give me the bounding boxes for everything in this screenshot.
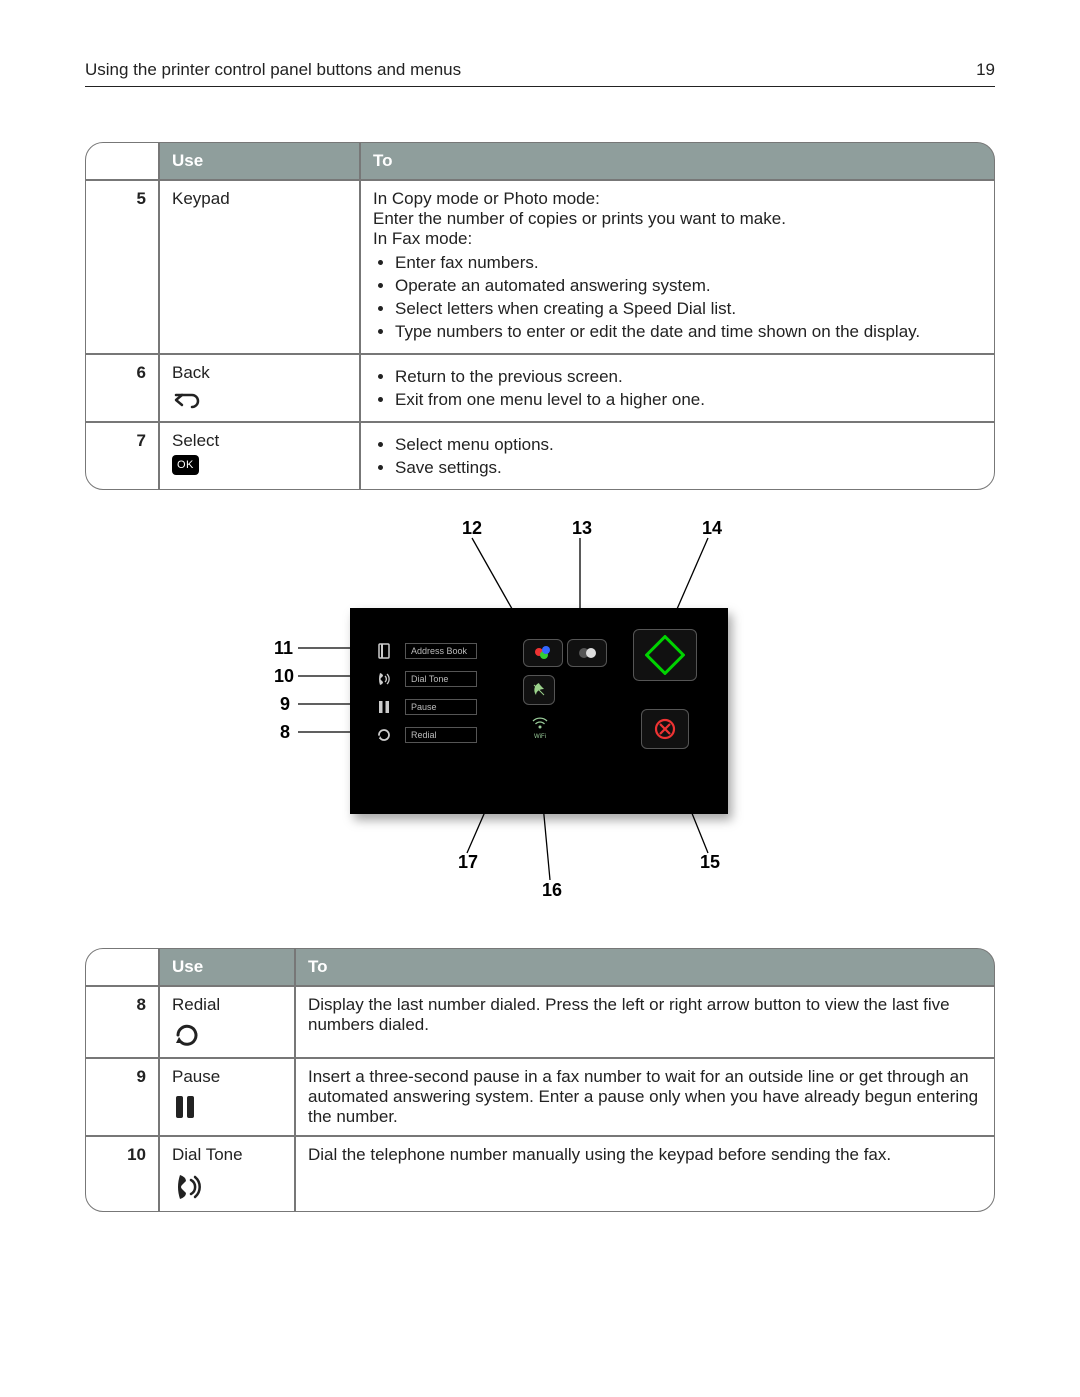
dial-tone-icon [172,1171,282,1203]
color-button[interactable] [523,639,563,667]
header-title: Using the printer control panel buttons … [85,60,461,80]
wifi-indicator: WiFi [531,715,549,735]
table-row: 9 Pause Insert a three-second pause in a… [85,1058,995,1136]
callout-13: 13 [572,518,592,539]
redial-icon [172,1021,282,1049]
table-row: 5 Keypad In Copy mode or Photo mode: Ent… [85,180,995,354]
menu-item: Pause [373,695,493,719]
stop-button[interactable] [641,709,689,749]
controls-table-2: Use To 8 Redial Display the last number … [85,948,995,1212]
callout-14: 14 [702,518,722,539]
bw-button[interactable] [567,639,607,667]
menu-item: Redial [373,723,493,747]
dial-tone-icon [373,668,395,690]
callout-10: 10 [274,666,294,687]
controls-table-1: Use To 5 Keypad In Copy mode or Photo mo… [85,142,995,490]
callout-11: 11 [274,638,293,659]
th-use: Use [159,948,295,986]
th-to: To [295,948,995,986]
redial-icon [373,724,395,746]
callout-17: 17 [458,852,478,873]
pause-icon [172,1093,282,1121]
page-number: 19 [976,60,995,80]
control-panel-diagram: Address Book Dial Tone Pause [240,518,840,908]
th-use: Use [159,142,360,180]
table-row: 7 Select OK Select menu options. Save se… [85,422,995,490]
callout-16: 16 [542,880,562,901]
back-icon [172,389,347,413]
table-row: 6 Back Return to the previous screen. Ex… [85,354,995,422]
callout-8: 8 [280,722,290,743]
callout-9: 9 [280,694,290,715]
menu-item: Address Book [373,639,493,663]
table-row: 10 Dial Tone Dial the telephone number m… [85,1136,995,1212]
page-header: Using the printer control panel buttons … [85,60,995,87]
th-to: To [360,142,995,180]
ok-icon: OK [172,455,199,475]
start-button[interactable] [633,629,697,681]
menu-item: Dial Tone [373,667,493,691]
eco-button[interactable] [523,675,555,705]
pause-icon [373,696,395,718]
callout-15: 15 [700,852,720,873]
control-panel: Address Book Dial Tone Pause [350,608,728,814]
callout-12: 12 [462,518,482,539]
address-book-icon [373,640,395,662]
table-row: 8 Redial Display the last number dialed.… [85,986,995,1058]
